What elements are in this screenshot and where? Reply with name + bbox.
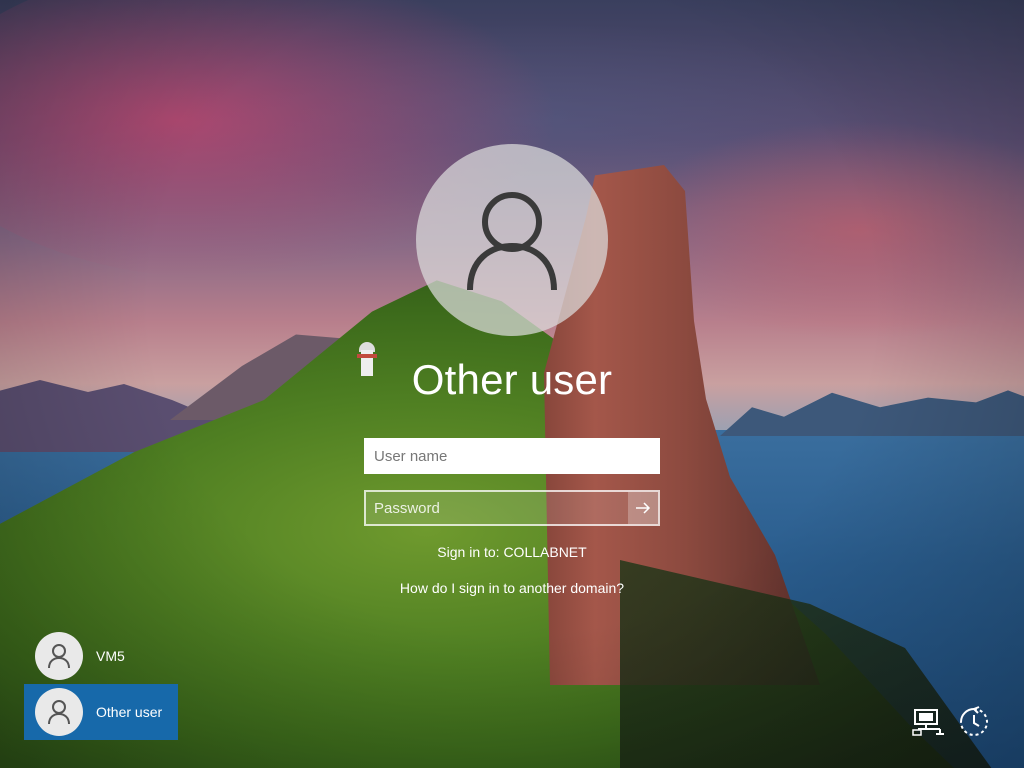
sign-in-domain-text: Sign in to: COLLABNET	[437, 544, 587, 560]
other-domain-help-link[interactable]: How do I sign in to another domain?	[312, 580, 712, 596]
username-input[interactable]	[364, 438, 660, 474]
password-field-container	[364, 490, 660, 526]
user-tile-other-user[interactable]: Other user	[24, 684, 178, 740]
avatar	[35, 688, 83, 736]
account-title: Other user	[411, 356, 613, 403]
avatar	[35, 632, 83, 680]
ease-of-access-button[interactable]	[956, 704, 992, 740]
user-icon	[48, 700, 70, 725]
user-tile-vm5[interactable]: VM5	[24, 628, 178, 684]
ease-of-access-icon	[960, 706, 988, 736]
user-tile-label: VM5	[96, 648, 125, 664]
network-button[interactable]	[910, 704, 946, 740]
submit-button[interactable]	[628, 492, 658, 524]
user-avatar-large	[416, 144, 608, 336]
network-icon	[912, 709, 944, 736]
password-input[interactable]	[366, 492, 628, 524]
user-tile-label: Other user	[96, 704, 163, 720]
arrow-right-icon	[636, 502, 651, 514]
user-icon	[48, 644, 70, 669]
user-icon	[467, 192, 557, 291]
